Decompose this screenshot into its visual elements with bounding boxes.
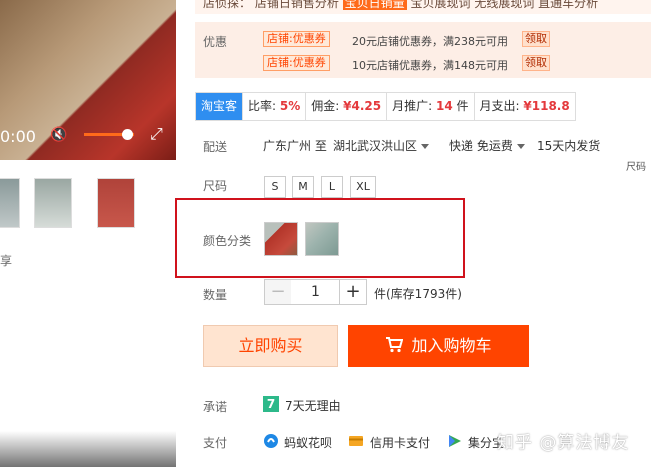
- size-label: 尺码: [203, 179, 228, 193]
- taobaoke-badge[interactable]: 淘宝客: [196, 93, 244, 120]
- shipping-destination-select[interactable]: 湖北武汉洪山区: [333, 137, 430, 154]
- shipping-from: 广东广州 至: [263, 139, 327, 153]
- coupon-text: 10元店铺优惠券，满148元可用: [352, 59, 508, 72]
- rate-stat: 比率: 5%: [243, 93, 307, 120]
- video-progress-knob[interactable]: [121, 129, 133, 140]
- payment-method-huabei[interactable]: 蚂蚁花呗: [284, 434, 332, 451]
- taobaoke-stats-bar: 淘宝客 比率: 5% 佣金: ¥4.25 月推广: 14 件 月支出: ¥118…: [195, 92, 576, 121]
- size-option-xl[interactable]: XL: [350, 176, 376, 198]
- coupon-tag: 店铺:优惠券: [263, 55, 330, 71]
- shop-tool-text[interactable]: 店侦探： 店铺日销售分析: [203, 0, 339, 10]
- stock-info: 件(库存1793件): [374, 287, 462, 301]
- jifenbao-icon: [449, 435, 461, 447]
- monthly-promo-stat: 月推广: 14 件: [387, 93, 475, 120]
- mute-icon[interactable]: 🔇: [50, 127, 67, 143]
- gallery-thumbnail[interactable]: [34, 178, 72, 228]
- shop-tool-bar: 店侦探： 店铺日销售分析 宝贝日销量 宝贝展现词 无线展现词 直通车分析: [195, 0, 651, 14]
- color-option-green[interactable]: [305, 222, 339, 256]
- quantity-increase-button[interactable]: +: [339, 279, 367, 305]
- promo-label: 优惠: [203, 35, 228, 49]
- huabei-icon: [264, 434, 278, 448]
- video-time: 0:00: [0, 127, 36, 146]
- size-option-s[interactable]: S: [264, 176, 286, 198]
- chevron-down-icon: [516, 144, 525, 149]
- monthly-spend-value: ¥118.8: [523, 99, 570, 113]
- video-control-bar: [0, 431, 176, 467]
- claim-coupon-button[interactable]: 领取: [522, 55, 550, 71]
- gallery-thumbnail[interactable]: [97, 178, 135, 228]
- size-option-l[interactable]: L: [321, 176, 343, 198]
- monthly-promo-value: 14: [435, 99, 453, 113]
- payment-method-credit-card[interactable]: 信用卡支付: [370, 434, 430, 451]
- share-link[interactable]: 享: [0, 252, 12, 269]
- quantity-decrease-button[interactable]: −: [264, 279, 292, 305]
- zhihu-watermark: 知乎 @算法博友: [497, 433, 630, 453]
- monthly-spend-stat: 月支出: ¥118.8: [479, 99, 570, 113]
- seven-day-return-text[interactable]: 7天无理由: [285, 397, 341, 414]
- chevron-down-icon: [421, 144, 430, 149]
- size-option-m[interactable]: M: [292, 176, 314, 198]
- fullscreen-icon[interactable]: ⤢: [150, 124, 163, 144]
- add-to-cart-button[interactable]: 加入购物车: [348, 325, 529, 367]
- size-chart-link[interactable]: 尺码: [626, 158, 646, 173]
- commission-stat: 佣金: ¥4.25: [306, 93, 388, 120]
- quantity-input[interactable]: 1: [291, 279, 340, 305]
- claim-coupon-button[interactable]: 领取: [522, 31, 550, 47]
- shop-tool-links[interactable]: 宝贝展现词 无线展现词 直通车分析: [411, 0, 599, 10]
- color-label: 颜色分类: [203, 234, 252, 248]
- add-to-cart-label: 加入购物车: [411, 336, 492, 355]
- shipping-label: 配送: [203, 140, 228, 154]
- quantity-label: 数量: [203, 288, 228, 302]
- dispatch-time: 15天内发货: [537, 139, 601, 153]
- seven-day-return-icon: 7: [263, 396, 279, 412]
- rate-value: 5%: [279, 99, 301, 113]
- shipping-method-select[interactable]: 快递 免运费: [449, 137, 525, 154]
- credit-card-icon: [349, 436, 363, 446]
- color-option-red[interactable]: [264, 222, 298, 256]
- cart-icon: [386, 337, 404, 353]
- gallery-thumbnail[interactable]: [0, 178, 20, 228]
- shop-tool-highlight[interactable]: 宝贝日销量: [342, 0, 407, 10]
- commission-value: ¥4.25: [343, 99, 382, 113]
- buy-now-button[interactable]: 立即购买: [203, 325, 338, 367]
- coupon-tag: 店铺:优惠券: [263, 31, 330, 47]
- payment-label: 支付: [203, 436, 228, 450]
- product-page: 0:00 🔇 ⤢ 享 店侦探： 店铺日销售分析 宝贝日销量 宝贝展现词 无线展现…: [0, 0, 651, 467]
- coupon-text: 20元店铺优惠券，满238元可用: [352, 35, 508, 48]
- promise-label: 承诺: [203, 400, 228, 414]
